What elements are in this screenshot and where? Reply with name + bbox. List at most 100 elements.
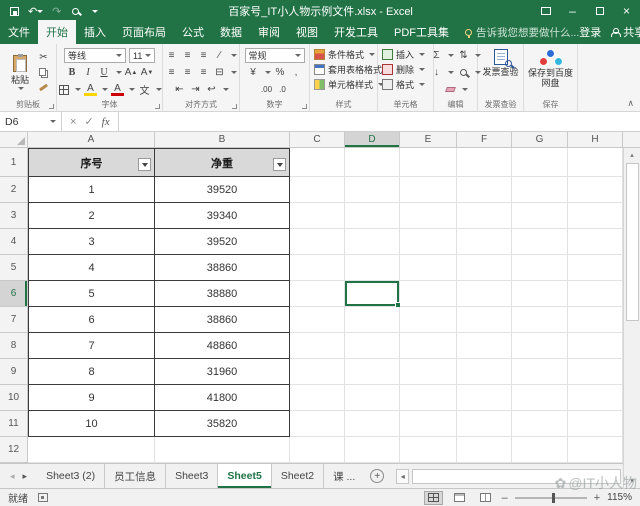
borders-button[interactable]: [57, 83, 70, 96]
cell-A3[interactable]: 2: [28, 203, 155, 229]
save-to-baidu-button[interactable]: 保存到百度网盘: [526, 47, 575, 98]
format-painter-icon[interactable]: [37, 81, 50, 94]
tab-view[interactable]: 视图: [288, 20, 326, 44]
cell[interactable]: [457, 229, 512, 255]
row-header-6[interactable]: 6: [0, 281, 28, 307]
print-preview-icon[interactable]: [70, 4, 81, 18]
redo-icon[interactable]: ↷: [51, 4, 62, 18]
sign-in-button[interactable]: 登录: [579, 24, 601, 40]
cell[interactable]: [290, 359, 345, 385]
cell[interactable]: [512, 411, 568, 437]
cell[interactable]: [290, 281, 345, 307]
alignment-dialog-launcher-icon[interactable]: [232, 104, 237, 109]
column-header-G[interactable]: G: [512, 132, 568, 147]
cell[interactable]: [345, 359, 400, 385]
cell[interactable]: [400, 255, 457, 281]
close-icon[interactable]: ×: [613, 0, 640, 22]
share-button[interactable]: 共享: [611, 24, 640, 40]
minimize-icon[interactable]: –: [559, 0, 586, 22]
cell[interactable]: [290, 229, 345, 255]
cell[interactable]: [290, 307, 345, 333]
column-header-A[interactable]: A: [28, 132, 155, 147]
format-cells-button[interactable]: 格式: [380, 77, 431, 92]
maximize-icon[interactable]: [586, 0, 613, 22]
tab-file[interactable]: 文件: [0, 20, 38, 44]
sheet-tab-employee-info[interactable]: 员工信息: [105, 464, 166, 488]
cell-B8[interactable]: 48860: [155, 333, 290, 359]
cell-B9[interactable]: 31960: [155, 359, 290, 385]
row-header-1[interactable]: 1: [0, 148, 28, 177]
wrap-text-icon[interactable]: ↩: [205, 83, 218, 96]
vertical-scrollbar[interactable]: ▴ ▾: [623, 148, 640, 488]
cell-B3[interactable]: 39340: [155, 203, 290, 229]
accounting-format-icon[interactable]: ¥: [247, 66, 260, 79]
zoom-out-icon[interactable]: –: [502, 492, 508, 504]
cell[interactable]: [568, 229, 623, 255]
phonetic-button[interactable]: 文: [138, 83, 151, 96]
cell[interactable]: [512, 148, 568, 177]
formula-input[interactable]: [119, 112, 640, 131]
align-bottom-icon[interactable]: ≡: [197, 49, 210, 62]
cell[interactable]: [290, 437, 345, 463]
cell[interactable]: [290, 411, 345, 437]
cell[interactable]: [512, 281, 568, 307]
cell-B4[interactable]: 39520: [155, 229, 290, 255]
sheet-tab-sheet3-2[interactable]: Sheet3 (2): [37, 464, 105, 488]
bold-button[interactable]: B: [66, 66, 79, 79]
cell[interactable]: [345, 411, 400, 437]
cell[interactable]: [512, 203, 568, 229]
cell[interactable]: [568, 281, 623, 307]
cell[interactable]: [512, 359, 568, 385]
row-header-10[interactable]: 10: [0, 385, 28, 411]
font-size-dropdown[interactable]: 11: [129, 48, 155, 63]
italic-button[interactable]: I: [82, 66, 95, 79]
horizontal-scrollbar[interactable]: ◂: [390, 464, 623, 488]
vertical-scroll-thumb[interactable]: [626, 163, 639, 321]
number-dialog-launcher-icon[interactable]: [302, 104, 307, 109]
zoom-slider[interactable]: [515, 497, 587, 499]
tell-me-box[interactable]: 告诉我您想要做什么...: [465, 25, 579, 44]
zoom-in-icon[interactable]: +: [594, 492, 600, 504]
cell[interactable]: [457, 281, 512, 307]
sheet-nav-right-icon[interactable]: ▸: [23, 471, 28, 482]
percent-style-icon[interactable]: %: [274, 66, 287, 79]
cell[interactable]: [568, 437, 623, 463]
cell-A6[interactable]: 5: [28, 281, 155, 307]
cell-A10[interactable]: 9: [28, 385, 155, 411]
column-header-C[interactable]: C: [290, 132, 345, 147]
cell[interactable]: [290, 385, 345, 411]
filter-icon[interactable]: [273, 158, 286, 171]
align-left-icon[interactable]: ≡: [165, 66, 178, 79]
sheet-tab-overflow[interactable]: 课 ...: [324, 464, 364, 488]
cell[interactable]: [568, 255, 623, 281]
cell-A5[interactable]: 4: [28, 255, 155, 281]
column-header-H[interactable]: H: [568, 132, 623, 147]
cell[interactable]: [290, 177, 345, 203]
cell[interactable]: [400, 177, 457, 203]
comma-style-icon[interactable]: ,: [290, 66, 303, 79]
cell[interactable]: [345, 255, 400, 281]
cell[interactable]: [512, 255, 568, 281]
tab-pdf-tools[interactable]: PDF工具集: [386, 20, 457, 44]
cell[interactable]: [345, 203, 400, 229]
fill-color-button[interactable]: A: [84, 83, 97, 96]
row-header-8[interactable]: 8: [0, 333, 28, 359]
row-header-2[interactable]: 2: [0, 177, 28, 203]
cell[interactable]: [400, 333, 457, 359]
row-header-5[interactable]: 5: [0, 255, 28, 281]
filter-icon[interactable]: [138, 158, 151, 171]
row-header-11[interactable]: 11: [0, 411, 28, 437]
cell-A1-table-header[interactable]: 序号: [28, 148, 155, 177]
macro-record-icon[interactable]: [38, 493, 48, 502]
cell[interactable]: [457, 148, 512, 177]
scroll-up-icon[interactable]: ▴: [625, 148, 640, 162]
row-header-9[interactable]: 9: [0, 359, 28, 385]
cell[interactable]: [568, 177, 623, 203]
page-layout-view-button[interactable]: [450, 491, 469, 505]
increase-indent-icon[interactable]: ⇥: [189, 83, 202, 96]
column-header-B[interactable]: B: [155, 132, 290, 147]
cell[interactable]: [155, 437, 290, 463]
zoom-level[interactable]: 115%: [607, 492, 632, 503]
cell[interactable]: [400, 203, 457, 229]
align-right-icon[interactable]: ≡: [197, 66, 210, 79]
